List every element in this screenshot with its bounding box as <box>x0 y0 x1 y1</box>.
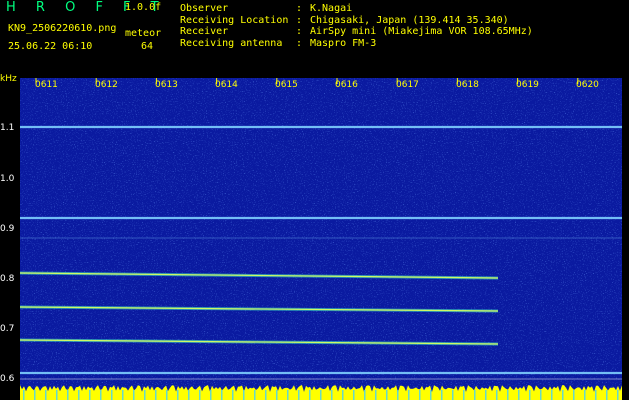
version-label: 1.0.0f <box>125 2 162 13</box>
noise-spike <box>463 390 465 400</box>
noise-spike <box>45 390 47 400</box>
x-tick-label: 0618 <box>456 80 479 90</box>
noise-spike <box>34 390 36 400</box>
noise-spike <box>56 390 58 400</box>
noise-spike <box>507 390 509 400</box>
datetime-label: 25.06.22 06:10 <box>8 41 93 52</box>
noise-spike <box>364 390 366 400</box>
x-tick-label: 0612 <box>95 80 118 90</box>
noise-spike <box>254 390 256 400</box>
noise-spike <box>166 390 168 400</box>
noise-spike <box>452 390 454 400</box>
mode-label: meteor <box>125 28 162 39</box>
noise-spike <box>518 390 520 400</box>
y-unit-label: kHz <box>0 74 17 84</box>
count-label: 64 <box>141 41 154 52</box>
noise-spike <box>375 390 377 400</box>
x-tick-label: 0616 <box>335 80 358 90</box>
noise-spike <box>496 390 498 400</box>
noise-spike <box>67 390 69 400</box>
noise-spike <box>199 390 201 400</box>
noise-spike <box>144 390 146 400</box>
x-tick-label: 0614 <box>215 80 238 90</box>
noise-spike <box>210 390 212 400</box>
spectrogram-canvas <box>20 78 622 400</box>
noise-spike <box>276 390 278 400</box>
noise-spike <box>287 390 289 400</box>
filename-label: KN9_2506220610.png <box>8 23 117 34</box>
x-tick-label: 0619 <box>516 80 539 90</box>
noise-spike <box>155 390 157 400</box>
x-tick-label: 0615 <box>275 80 298 90</box>
noise-spike <box>177 390 179 400</box>
noise-spike <box>584 390 586 400</box>
noise-spike <box>78 390 80 400</box>
info-row-receiver: Receiver: AirSpy mini (Miakejima VOR 108.… <box>180 26 533 38</box>
noise-spike <box>474 390 476 400</box>
noise-spike <box>188 390 190 400</box>
noise-spike <box>320 390 322 400</box>
info-row-location: Receiving Location: Chigasaki, Japan (139… <box>180 14 509 26</box>
spectrogram <box>20 78 622 400</box>
noise-spike <box>23 390 25 400</box>
noise-spike <box>232 390 234 400</box>
y-tick-label: 0.7 <box>0 324 15 334</box>
noise-spike <box>430 390 432 400</box>
noise-spike <box>386 390 388 400</box>
y-axis: kHz 1.1 1.0 0.9 0.8 0.7 0.6 <box>0 74 20 400</box>
noise-spike <box>606 390 608 400</box>
noise-spike <box>485 390 487 400</box>
x-tick-label: 0620 <box>576 80 599 90</box>
y-tick-label: 0.9 <box>0 224 15 234</box>
noise-spike <box>397 390 399 400</box>
noise-spike <box>573 390 575 400</box>
noise-spike <box>529 390 531 400</box>
noise-spike <box>562 390 564 400</box>
header-panel: H R O F F T 1.0.0f KN9_2506220610.png me… <box>0 0 629 78</box>
noise-spike <box>309 390 311 400</box>
noise-spike <box>595 390 597 400</box>
noise-spike <box>342 390 344 400</box>
noise-spike <box>551 390 553 400</box>
info-row-antenna: Receiving antenna: Maspro FM-3 <box>180 37 377 49</box>
y-tick-label: 0.6 <box>0 374 15 384</box>
noise-spike <box>221 390 223 400</box>
y-tick-label: 0.8 <box>0 274 15 284</box>
noise-spike <box>265 390 267 400</box>
noise-spike <box>617 390 619 400</box>
noise-spike <box>419 390 421 400</box>
noise-spike <box>111 390 113 400</box>
x-tick-label: 0613 <box>155 80 178 90</box>
noise-spike <box>89 390 91 400</box>
noise-spike <box>331 390 333 400</box>
x-tick-label: 0611 <box>35 80 58 90</box>
station-info: Observer: K.Nagai Receiving Location: Chig… <box>180 3 533 49</box>
noise-spike <box>408 390 410 400</box>
noise-spike <box>100 390 102 400</box>
info-row-observer: Observer: K.Nagai <box>180 3 353 14</box>
noise-spike <box>353 390 355 400</box>
noise-spike <box>133 390 135 400</box>
noise-spike <box>243 390 245 400</box>
x-tick-label: 0617 <box>396 80 419 90</box>
noise-spike <box>441 390 443 400</box>
noise-spike <box>540 390 542 400</box>
noise-spike <box>298 390 300 400</box>
y-tick-label: 1.0 <box>0 174 15 184</box>
y-tick-label: 1.1 <box>0 123 15 133</box>
noise-spike <box>122 390 124 400</box>
